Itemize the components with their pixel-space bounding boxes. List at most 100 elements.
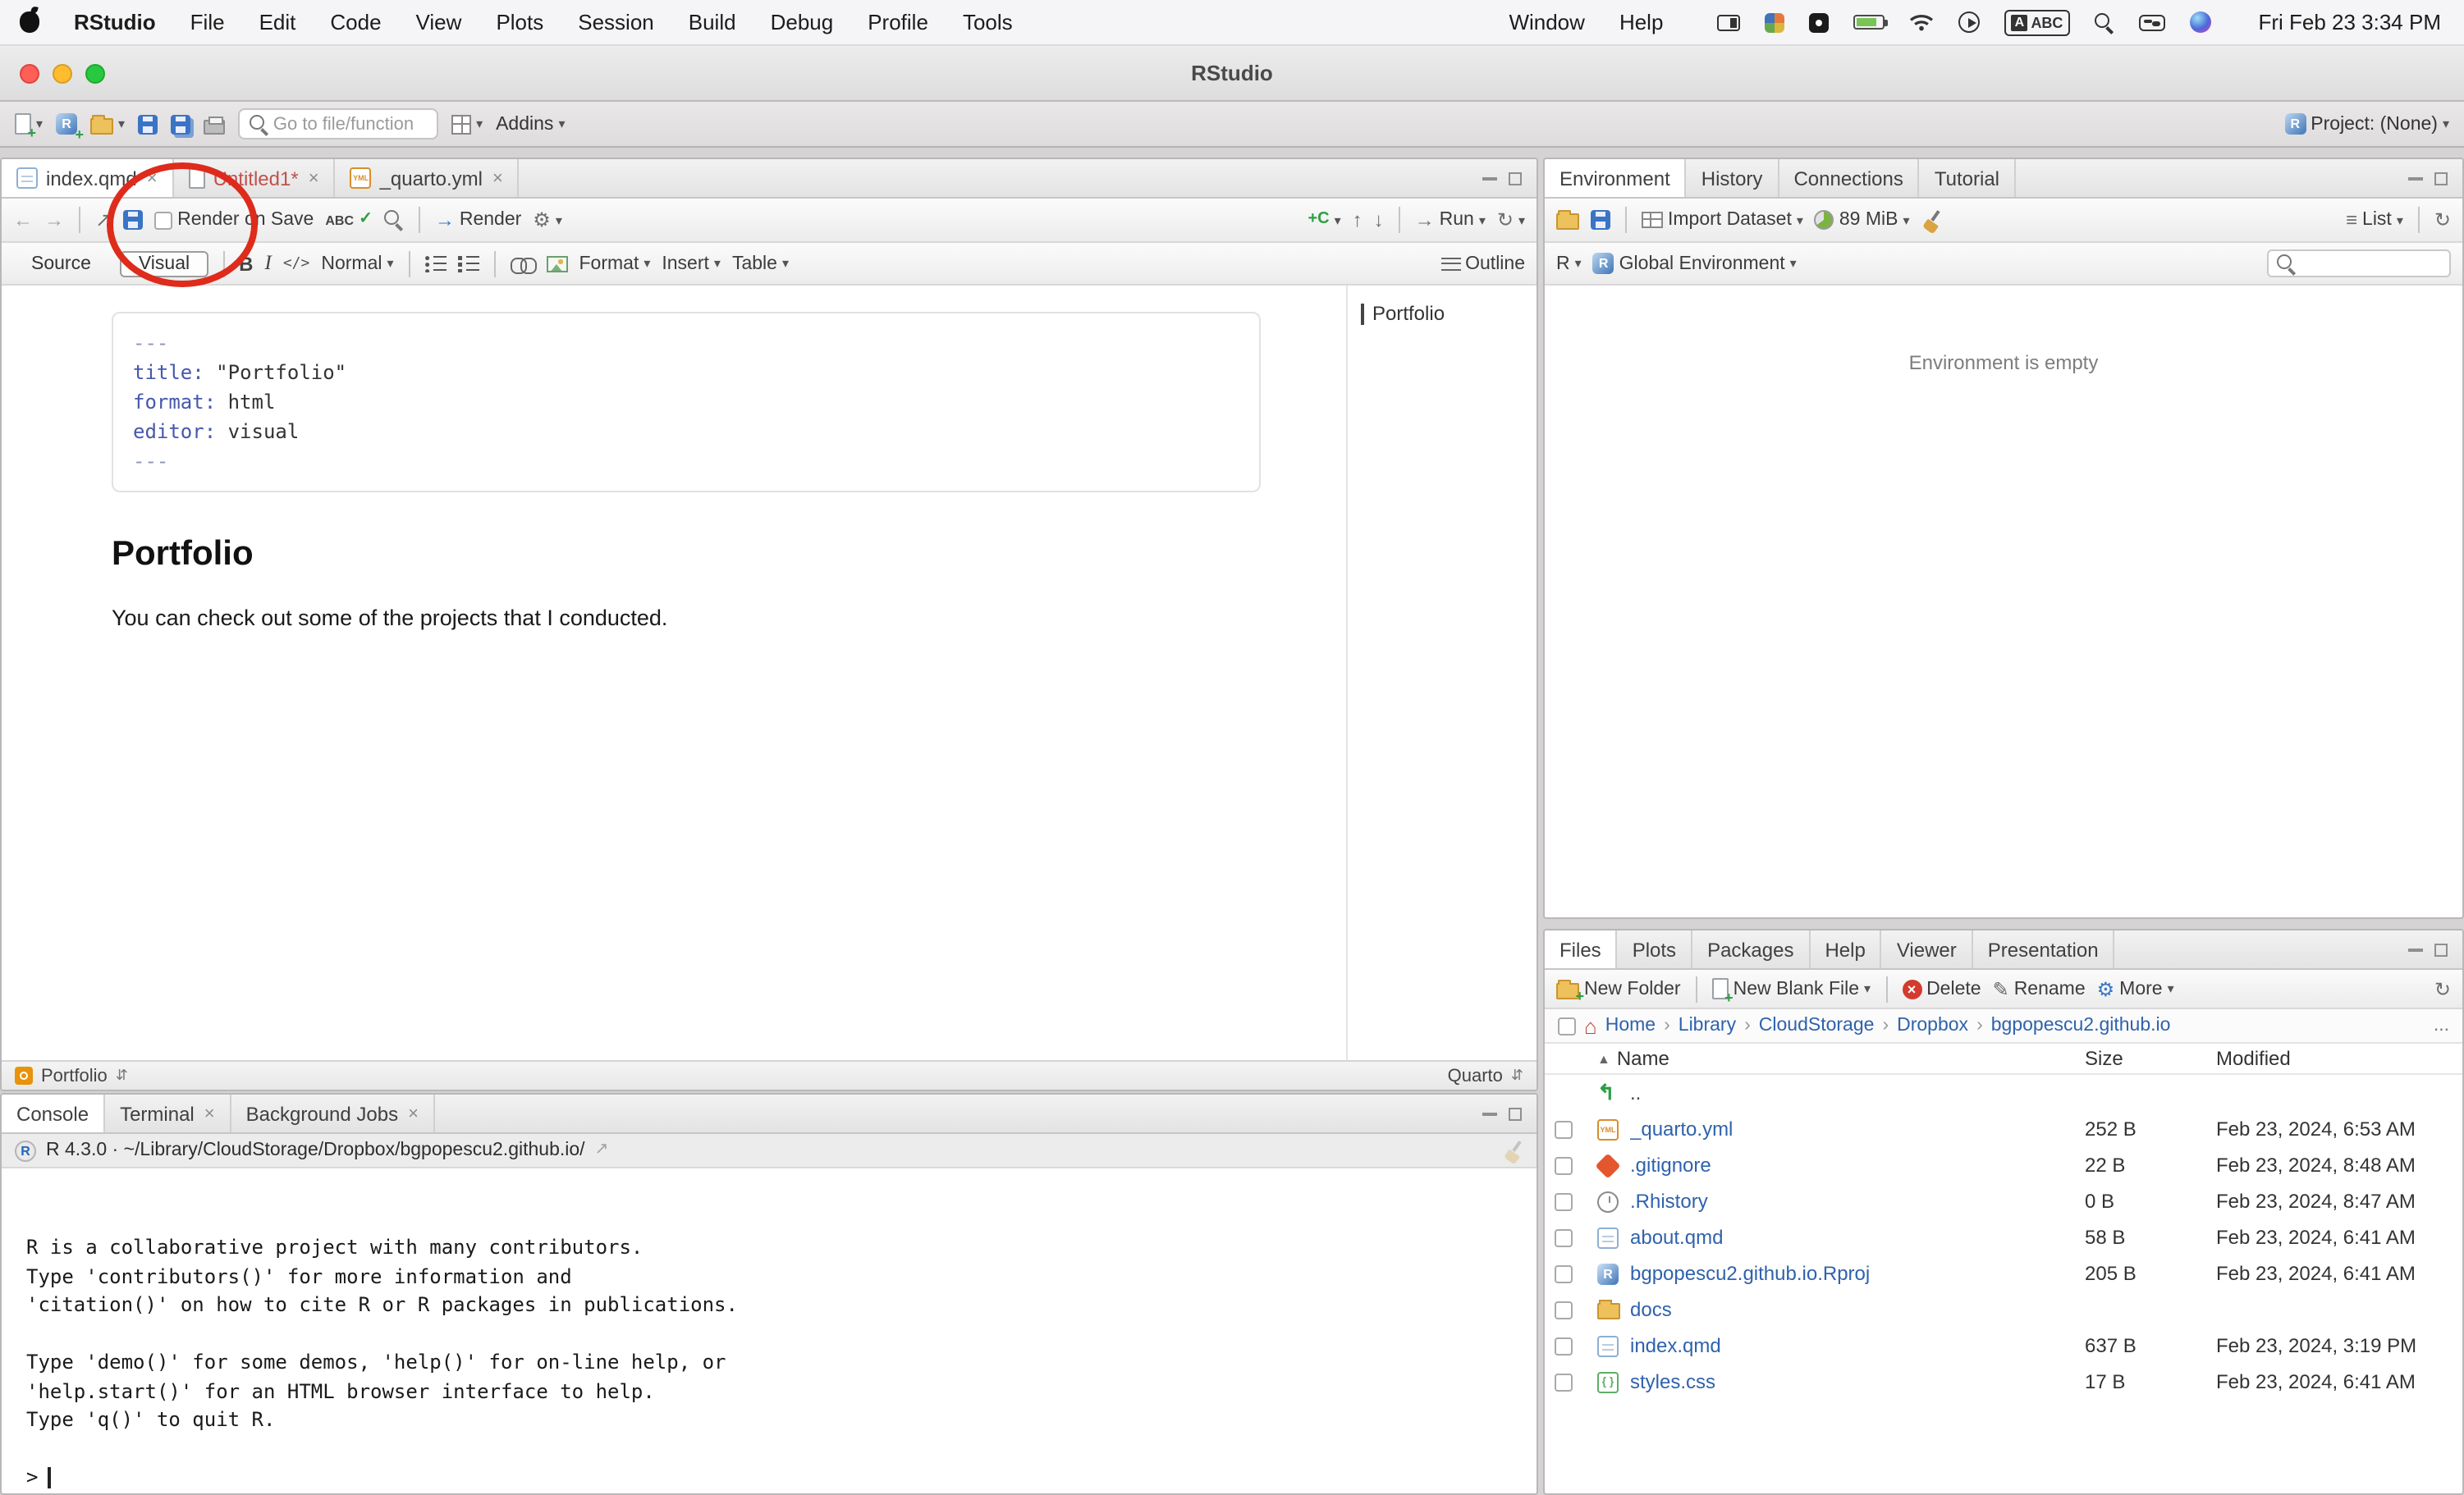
maximize-pane-icon[interactable] <box>1509 1107 1522 1120</box>
clear-environment-button[interactable] <box>1921 209 1943 231</box>
console-info-text[interactable]: R 4.3.0 · ~/Library/CloudStorage/Dropbox… <box>46 1141 585 1160</box>
format-menu[interactable]: Format▾ <box>579 254 651 273</box>
row-checkbox[interactable] <box>1555 1192 1573 1210</box>
print-button[interactable] <box>204 114 225 134</box>
render-on-save-checkbox[interactable]: Render on Save <box>154 210 314 230</box>
bold-button[interactable]: B <box>239 252 253 275</box>
tab-presentation[interactable]: Presentation <box>1973 930 2115 968</box>
file-link[interactable]: index.qmd <box>1630 1334 2085 1357</box>
menu-code[interactable]: Code <box>330 10 381 34</box>
spellcheck-button[interactable]: ABC✓ <box>325 212 372 228</box>
breadcrumb-repo[interactable]: bgpopescu2.github.io <box>1991 1016 2171 1036</box>
minimize-pane-icon[interactable] <box>2408 176 2423 180</box>
tab-history[interactable]: History <box>1687 159 1779 197</box>
menu-help[interactable]: Help <box>1619 10 1664 34</box>
row-checkbox[interactable] <box>1555 1337 1573 1355</box>
spotlight-icon[interactable] <box>2094 12 2114 32</box>
save-all-button[interactable] <box>171 114 190 134</box>
row-checkbox[interactable] <box>1555 1156 1573 1174</box>
zoom-window-button[interactable] <box>85 63 105 83</box>
close-icon[interactable]: × <box>204 1104 215 1123</box>
siri-icon[interactable] <box>2189 11 2210 33</box>
breadcrumb-more[interactable]: ... <box>2434 1016 2449 1036</box>
save-document-button[interactable] <box>123 210 143 230</box>
pane-layout-button[interactable]: ▾ <box>451 114 483 134</box>
menu-file[interactable]: File <box>190 10 225 34</box>
menu-edit[interactable]: Edit <box>259 10 296 34</box>
table-row[interactable]: .Rhistory 0 B Feb 23, 2024, 8:47 AM <box>1545 1183 2462 1219</box>
tab-environment[interactable]: Environment <box>1545 159 1687 197</box>
control-center-icon[interactable] <box>2138 14 2164 30</box>
load-workspace-button[interactable] <box>1556 210 1579 230</box>
rerun-button[interactable]: ↻▾ <box>1497 210 1525 230</box>
tab-connections[interactable]: Connections <box>1779 159 1919 197</box>
popout-icon[interactable]: ↗ <box>595 1142 609 1159</box>
table-menu[interactable]: Table▾ <box>732 254 789 273</box>
tab-index-qmd[interactable]: index.qmd × <box>2 159 174 197</box>
tab-quarto-yml[interactable]: YML _quarto.yml × <box>336 159 520 197</box>
menu-session[interactable]: Session <box>578 10 654 34</box>
display-mirroring-icon[interactable] <box>1717 14 1740 30</box>
project-menu-button[interactable]: Project: (None)▾ <box>2284 113 2449 135</box>
up-directory-row[interactable]: ↰ .. <box>1545 1075 2462 1111</box>
folder-link[interactable]: docs <box>1630 1298 2085 1321</box>
table-row[interactable]: docs <box>1545 1292 2462 1328</box>
scope-dropdown[interactable]: Global Environment▾ <box>1593 253 1797 274</box>
breadcrumb-library[interactable]: Library <box>1679 1016 1736 1036</box>
file-link[interactable]: _quarto.yml <box>1630 1118 2085 1141</box>
tab-background-jobs[interactable]: Background Jobs × <box>231 1095 435 1132</box>
more-button[interactable]: ⚙More▾ <box>2097 977 2174 1000</box>
insert-menu[interactable]: Insert▾ <box>662 254 721 273</box>
menu-window[interactable]: Window <box>1509 10 1585 34</box>
tab-tutorial[interactable]: Tutorial <box>1920 159 2016 197</box>
source-mode-button[interactable]: Source <box>13 250 109 277</box>
row-checkbox[interactable] <box>1555 1120 1573 1138</box>
up-directory-label[interactable]: .. <box>1630 1081 2085 1104</box>
document-paragraph[interactable]: You can check out some of the projects t… <box>112 606 1346 630</box>
new-blank-file-button[interactable]: New Blank File▾ <box>1712 978 1871 999</box>
tab-untitled1[interactable]: Untitled1* × <box>174 159 336 197</box>
status-format-label[interactable]: Quarto <box>1448 1066 1503 1086</box>
close-icon[interactable]: × <box>492 168 503 188</box>
save-button[interactable] <box>138 114 158 134</box>
menu-tools[interactable]: Tools <box>963 10 1013 34</box>
run-next-button[interactable]: ↓ <box>1374 210 1384 230</box>
numbered-list-button[interactable] <box>458 254 479 272</box>
display-mode-dropdown[interactable]: ≡List▾ <box>2346 210 2403 230</box>
tab-terminal[interactable]: Terminal × <box>105 1095 231 1132</box>
row-checkbox[interactable] <box>1555 1373 1573 1391</box>
menu-view[interactable]: View <box>416 10 462 34</box>
close-icon[interactable]: × <box>309 168 319 188</box>
find-replace-button[interactable] <box>384 210 404 230</box>
rename-button[interactable]: ✎Rename <box>1993 977 2086 1000</box>
table-row[interactable]: .gitignore 22 B Feb 23, 2024, 8:48 AM <box>1545 1147 2462 1183</box>
row-checkbox[interactable] <box>1555 1228 1573 1246</box>
window-titlebar[interactable]: RStudio <box>0 46 2464 102</box>
outline-toggle-button[interactable]: Outline <box>1440 254 1525 273</box>
menu-plots[interactable]: Plots <box>496 10 543 34</box>
close-window-button[interactable] <box>20 63 39 83</box>
italic-button[interactable]: I <box>264 251 271 276</box>
clear-console-icon[interactable] <box>1502 1140 1523 1161</box>
addins-button[interactable]: Addins▾ <box>496 114 565 134</box>
new-folder-button[interactable]: New Folder <box>1556 979 1681 999</box>
file-link[interactable]: styles.css <box>1630 1370 2085 1393</box>
new-project-button[interactable] <box>56 113 77 135</box>
menu-build[interactable]: Build <box>689 10 736 34</box>
color-grid-app-icon[interactable] <box>1765 12 1784 32</box>
outline-item[interactable]: Portfolio <box>1361 302 1523 325</box>
paragraph-style-dropdown[interactable]: Normal▾ <box>321 254 393 273</box>
file-link[interactable]: .Rhistory <box>1630 1190 2085 1213</box>
minimize-window-button[interactable] <box>53 63 72 83</box>
render-button[interactable]: →Render <box>435 210 521 230</box>
back-button[interactable]: ← <box>13 210 33 230</box>
table-row[interactable]: YML _quarto.yml 252 B Feb 23, 2024, 6:53… <box>1545 1111 2462 1147</box>
bullet-list-button[interactable] <box>425 254 447 272</box>
yaml-metadata-block[interactable]: --- title: "Portfolio" format: html edit… <box>112 312 1261 492</box>
document-heading[interactable]: Portfolio <box>112 535 1346 574</box>
visual-editor[interactable]: --- title: "Portfolio" format: html edit… <box>2 286 1346 1060</box>
row-checkbox[interactable] <box>1555 1301 1573 1319</box>
open-file-button[interactable]: ▾ <box>90 114 125 134</box>
file-link[interactable]: .gitignore <box>1630 1154 2085 1177</box>
import-dataset-button[interactable]: Import Dataset▾ <box>1642 210 1803 230</box>
